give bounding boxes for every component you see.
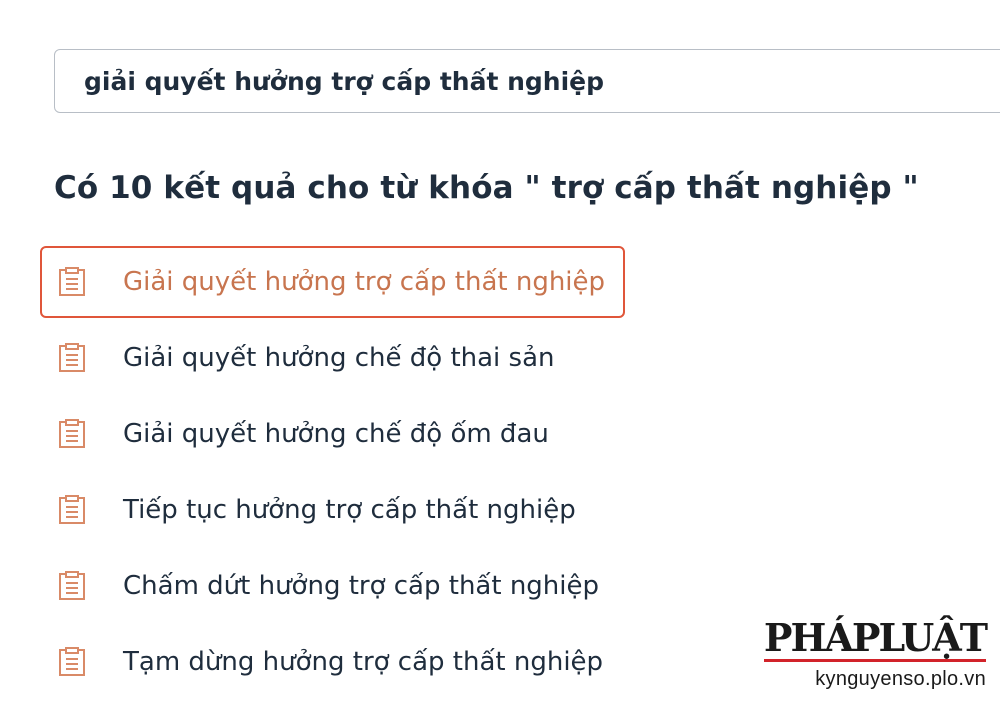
- watermark: PHÁPLUẬT kynguyenso.plo.vn: [763, 615, 988, 691]
- result-item[interactable]: Chấm dứt hưởng trợ cấp thất nghiệp: [40, 550, 619, 622]
- result-item[interactable]: Tiếp tục hưởng trợ cấp thất nghiệp: [40, 474, 596, 546]
- result-list: Giải quyết hưởng trợ cấp thất nghiệp Giả…: [40, 246, 626, 701]
- result-item[interactable]: Tạm dừng hưởng trợ cấp thất nghiệp: [40, 626, 623, 698]
- document-icon: [55, 341, 89, 375]
- result-item-label: Tiếp tục hưởng trợ cấp thất nghiệp: [123, 495, 576, 525]
- result-item-label: Giải quyết hưởng chế độ thai sản: [123, 343, 555, 373]
- document-icon: [55, 645, 89, 679]
- document-icon: [55, 265, 89, 299]
- site-url: kynguyenso.plo.vn: [815, 668, 986, 690]
- brand-logo: PHÁPLUẬT: [763, 615, 988, 662]
- result-item[interactable]: Giải quyết hưởng chế độ ốm đau: [40, 398, 569, 470]
- result-item-label: Tạm dừng hưởng trợ cấp thất nghiệp: [123, 647, 604, 677]
- document-icon: [55, 417, 89, 451]
- result-item-label: Giải quyết hưởng chế độ ốm đau: [123, 419, 549, 449]
- document-icon: [55, 569, 89, 603]
- search-input[interactable]: [84, 66, 1000, 96]
- result-item-selected[interactable]: Giải quyết hưởng trợ cấp thất nghiệp: [40, 246, 626, 318]
- result-item-label: Giải quyết hưởng trợ cấp thất nghiệp: [123, 267, 606, 297]
- search-box[interactable]: [54, 49, 1000, 113]
- result-heading: Có 10 kết quả cho từ khóa " trợ cấp thất…: [54, 170, 919, 206]
- result-item[interactable]: Giải quyết hưởng chế độ thai sản: [40, 322, 575, 394]
- result-item-label: Chấm dứt hưởng trợ cấp thất nghiệp: [123, 571, 600, 601]
- page: Có 10 kết quả cho từ khóa " trợ cấp thất…: [0, 0, 1000, 701]
- document-icon: [55, 493, 89, 527]
